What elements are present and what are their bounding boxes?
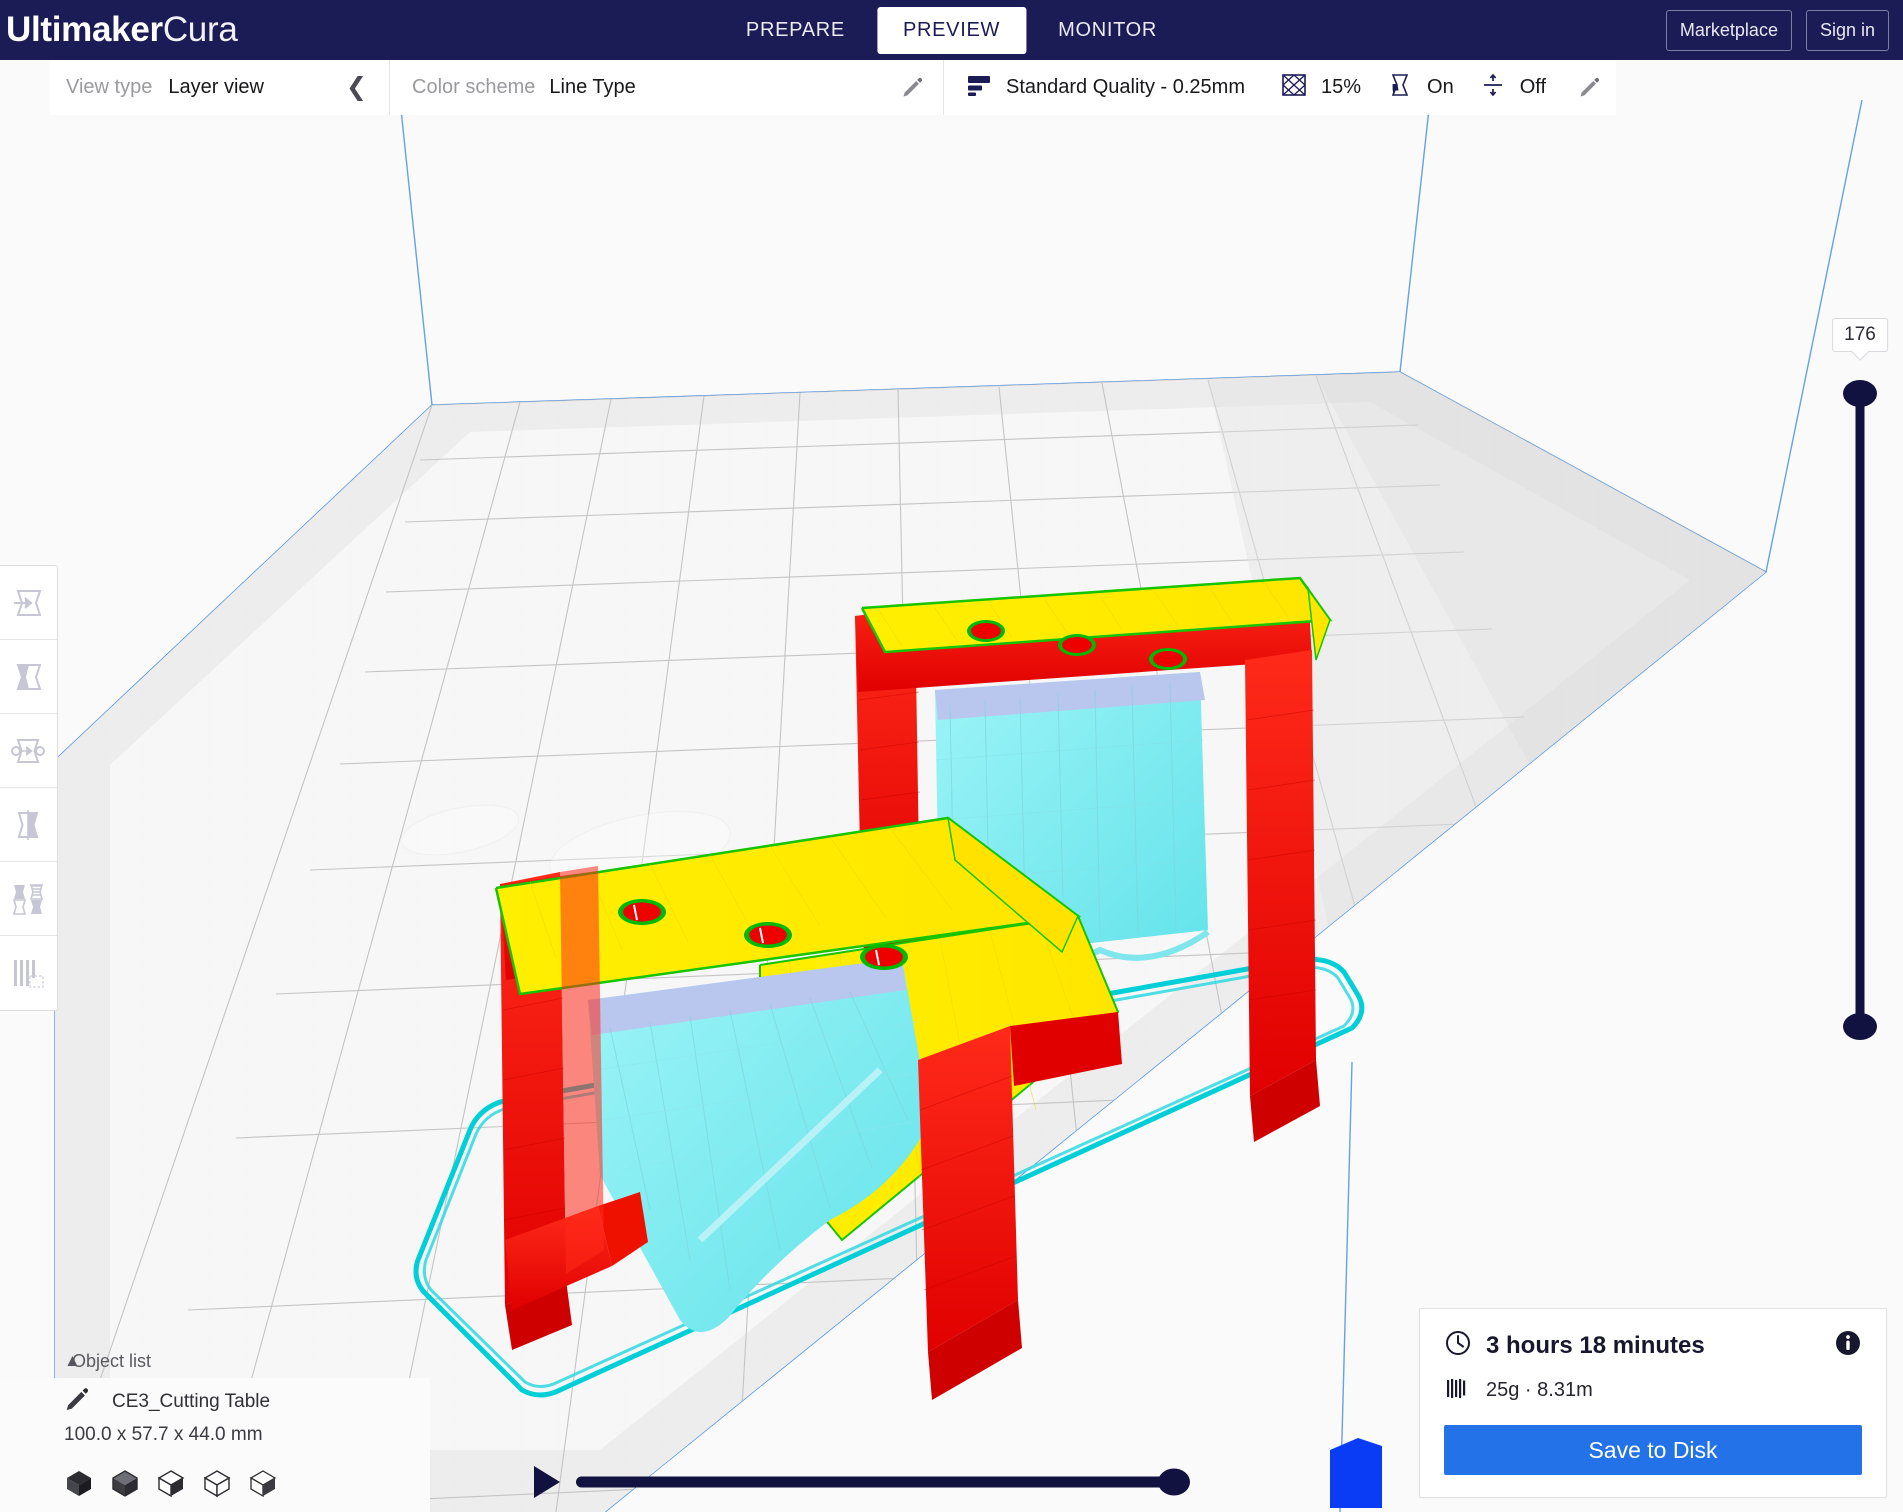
- model-tools-panel: [0, 565, 58, 1011]
- shaded-view-icon[interactable]: [110, 1468, 140, 1498]
- view-type-selector[interactable]: View type Layer view ❮: [50, 60, 390, 115]
- view-mode-icons: [64, 1468, 430, 1498]
- object-list-header[interactable]: ▲ Object list: [0, 1344, 430, 1378]
- layer-slider-upper-handle[interactable]: [1843, 380, 1877, 407]
- brand-light: Cura: [162, 10, 238, 49]
- material-value: 25g · 8.31m: [1486, 1379, 1593, 1401]
- view-and-print-settings-bar: View type Layer view ❮ Color scheme Line…: [50, 60, 1617, 115]
- print-time-value: 3 hours 18 minutes: [1486, 1331, 1705, 1359]
- layer-slider-track[interactable]: [1855, 388, 1865, 1032]
- support-blocker-icon: [10, 955, 46, 991]
- move-icon: [10, 585, 46, 621]
- adhesion-value: Off: [1519, 76, 1547, 98]
- print-settings-summary[interactable]: Standard Quality - 0.25mm 15% On Off: [944, 60, 1617, 115]
- pencil-icon[interactable]: [1578, 77, 1600, 99]
- header-actions: Marketplace Sign in: [1665, 9, 1889, 51]
- tab-monitor[interactable]: MONITOR: [1032, 7, 1183, 54]
- support-value: On: [1427, 76, 1454, 98]
- app-logo: UltimakerCura: [6, 10, 238, 50]
- application-header: UltimakerCura PREPARE PREVIEW MONITOR Ma…: [0, 0, 1903, 60]
- save-to-disk-button[interactable]: Save to Disk: [1444, 1425, 1862, 1475]
- transparent-view-icon[interactable]: [248, 1468, 278, 1498]
- wireframe-view-icon[interactable]: [202, 1468, 232, 1498]
- tab-prepare[interactable]: PREPARE: [720, 7, 871, 54]
- color-scheme-selector[interactable]: Color scheme Line Type: [390, 60, 944, 115]
- color-scheme-label: Color scheme: [412, 76, 536, 98]
- adhesion-icon: [1480, 72, 1506, 103]
- brand-bold: Ultimaker: [6, 10, 163, 49]
- filament-icon: [1444, 1374, 1472, 1407]
- mirror-tool[interactable]: [0, 788, 57, 862]
- view-type-label: View type: [66, 76, 153, 98]
- scale-icon: [10, 659, 46, 695]
- object-list-body: CE3_Cutting Table 100.0 x 57.7 x 44.0 mm: [0, 1378, 430, 1512]
- object-list-panel: ▲ Object list CE3_Cutting Table 100.0 x …: [0, 1344, 430, 1512]
- support-icon: [1387, 72, 1413, 103]
- main-tabs: PREPARE PREVIEW MONITOR: [720, 6, 1183, 54]
- marketplace-button[interactable]: Marketplace: [1665, 9, 1792, 51]
- mirror-icon: [10, 807, 46, 843]
- pencil-icon[interactable]: [64, 1387, 90, 1418]
- play-icon[interactable]: [534, 1466, 560, 1498]
- layer-value-label: 176: [1832, 318, 1888, 352]
- support-blocker-tool[interactable]: [0, 936, 57, 1010]
- infill-value: 15%: [1321, 76, 1362, 98]
- chevron-up-icon[interactable]: ▲: [64, 1351, 81, 1371]
- clock-icon: [1444, 1329, 1472, 1362]
- object-dimensions: 100.0 x 57.7 x 44.0 mm: [64, 1424, 263, 1445]
- solid-view-icon[interactable]: [64, 1468, 94, 1498]
- outline-view-icon[interactable]: [156, 1468, 186, 1498]
- info-icon[interactable]: [1834, 1329, 1862, 1362]
- per-model-settings-tool[interactable]: [0, 862, 57, 936]
- path-slider[interactable]: [534, 1464, 1190, 1500]
- tab-preview[interactable]: PREVIEW: [876, 6, 1027, 54]
- object-name: CE3_Cutting Table: [112, 1391, 271, 1412]
- sign-in-button[interactable]: Sign in: [1805, 9, 1889, 51]
- object-list-label: Object list: [72, 1350, 152, 1371]
- quality-profile-label: Standard Quality - 0.25mm: [1006, 76, 1245, 98]
- print-information-panel: 3 hours 18 minutes 25g · 8.31m Save to D…: [1419, 1308, 1887, 1498]
- cura-window: UltimakerCura PREPARE PREVIEW MONITOR Ma…: [0, 0, 1903, 1512]
- scale-tool[interactable]: [0, 640, 57, 714]
- view-type-value: Layer view: [168, 76, 264, 98]
- layer-slider[interactable]: 176: [1832, 318, 1888, 1040]
- print-time-row: 3 hours 18 minutes: [1444, 1329, 1862, 1362]
- pencil-icon[interactable]: [901, 77, 923, 99]
- move-tool[interactable]: [0, 566, 57, 640]
- path-slider-track[interactable]: [576, 1476, 1186, 1488]
- infill-icon: [1281, 72, 1307, 103]
- chevron-left-icon[interactable]: ❮: [346, 75, 367, 100]
- list-item[interactable]: CE3_Cutting Table: [64, 1384, 430, 1420]
- quality-lines-icon: [966, 72, 992, 103]
- layer-slider-lower-handle[interactable]: [1843, 1013, 1877, 1040]
- rotate-icon: [10, 733, 46, 769]
- origin-marker: [1330, 1438, 1382, 1508]
- per-model-settings-icon: [10, 881, 46, 917]
- 3d-viewport[interactable]: [0, 60, 1903, 1512]
- rotate-tool[interactable]: [0, 714, 57, 788]
- color-scheme-value: Line Type: [549, 76, 636, 98]
- material-row: 25g · 8.31m: [1444, 1374, 1862, 1407]
- path-slider-handle[interactable]: [1158, 1468, 1190, 1496]
- path-slider-wrap[interactable]: [576, 1464, 1190, 1500]
